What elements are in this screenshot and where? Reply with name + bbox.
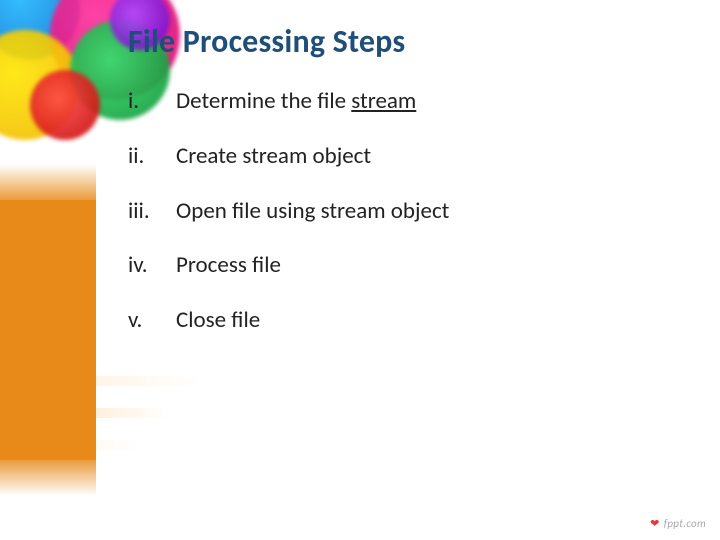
list-numeral: v.	[128, 306, 176, 335]
list-text-underlined: stream	[351, 87, 416, 115]
decorative-stripe	[0, 408, 170, 418]
list-numeral: i.	[128, 87, 176, 116]
steps-list: i. Determine the file stream ii. Create …	[128, 87, 680, 335]
slide-title: File Processing Steps	[128, 22, 680, 61]
list-text: Open file using stream object	[176, 197, 449, 226]
slide-content: File Processing Steps i. Determine the f…	[128, 22, 680, 361]
list-numeral: iv.	[128, 251, 176, 280]
list-text: Process file	[176, 251, 281, 280]
footer-text: fppt.com	[664, 517, 706, 530]
heart-icon: ❤	[650, 517, 660, 530]
list-text: Determine the file stream	[176, 87, 416, 116]
list-item: iii. Open file using stream object	[128, 197, 680, 226]
list-item: i. Determine the file stream	[128, 87, 680, 116]
list-item: iv. Process file	[128, 251, 680, 280]
list-item: ii. Create stream object	[128, 142, 680, 171]
list-text-pre: Determine the file	[176, 87, 351, 115]
list-item: v. Close file	[128, 306, 680, 335]
footer-credit: ❤ fppt.com	[650, 517, 706, 530]
decorative-left-bar	[0, 200, 96, 460]
decorative-stripe	[0, 440, 140, 450]
list-numeral: iii.	[128, 197, 176, 226]
list-text: Close file	[176, 306, 260, 335]
list-numeral: ii.	[128, 142, 176, 171]
decorative-stripe	[0, 376, 200, 386]
list-text: Create stream object	[176, 142, 371, 171]
